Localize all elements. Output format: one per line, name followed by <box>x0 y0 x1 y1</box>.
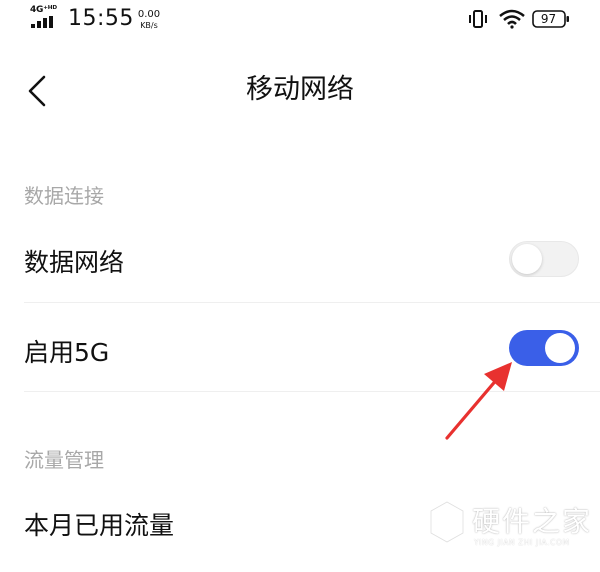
data-network-toggle[interactable] <box>509 241 579 277</box>
network-speed-unit: KB/s <box>140 21 158 30</box>
network-speed: 0.00 KB/s <box>134 9 164 31</box>
network-type-label: 4G⁺ᴴᴰ <box>30 5 57 15</box>
section-label-data-connection: 数据连接 <box>24 184 104 208</box>
battery-level: 97 <box>540 12 557 26</box>
row-data-network[interactable]: 数据网络 <box>0 228 600 302</box>
section-label-traffic-management: 流量管理 <box>24 448 104 472</box>
row-label-monthly-usage: 本月已用流量 <box>24 511 175 540</box>
clock-time: 15:55 <box>68 6 134 31</box>
watermark: 硬件之家 YING JIAN ZHI JIA.COM <box>428 496 593 566</box>
status-bar: 4G⁺ᴴᴰ 15:55 0.00 KB/s 97 <box>0 0 600 40</box>
toggle-knob <box>545 333 575 363</box>
row-label-enable-5g: 启用5G <box>24 338 110 367</box>
back-arrow-icon[interactable] <box>18 71 58 111</box>
vibrate-icon <box>469 10 487 28</box>
hexagon-logo-icon <box>429 500 465 544</box>
row-label-data-network: 数据网络 <box>24 248 125 277</box>
toggle-knob <box>512 244 542 274</box>
wifi-icon <box>499 9 525 29</box>
signal-icon <box>31 16 53 28</box>
watermark-subtitle: YING JIAN ZHI JIA.COM <box>474 538 570 547</box>
red-pointer-arrow-icon <box>445 362 512 440</box>
watermark-title: 硬件之家 <box>472 505 593 538</box>
network-speed-value: 0.00 <box>137 9 161 20</box>
header: 移动网络 <box>0 55 600 125</box>
page-title: 移动网络 <box>246 74 354 105</box>
